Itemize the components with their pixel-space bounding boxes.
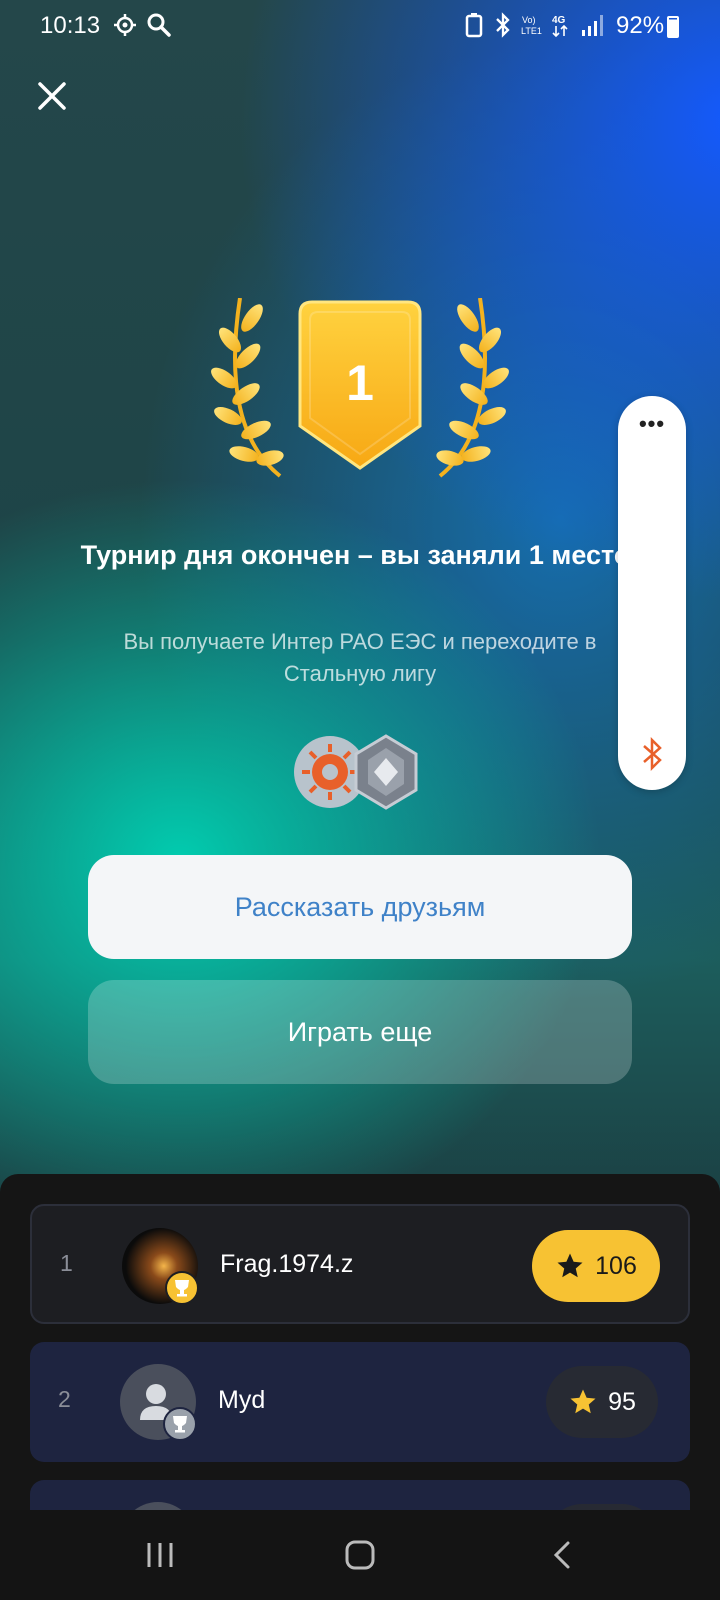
score-badge: 106 (532, 1230, 660, 1302)
trophy-icon (165, 1271, 199, 1305)
home-icon[interactable] (344, 1540, 376, 1570)
status-time: 10:13 (40, 12, 101, 39)
back-icon[interactable] (550, 1540, 574, 1570)
leaderboard-row[interactable]: 2 Myd 95 (30, 1342, 690, 1462)
recent-apps-icon[interactable] (144, 1540, 176, 1570)
battery-icon (667, 16, 679, 38)
svg-text:4G: 4G (552, 15, 566, 26)
signal-icon (582, 15, 603, 36)
leaderboard: 1 Frag.1974.z 106 2 Myd 95 (0, 1174, 720, 1514)
leaderboard-row[interactable]: 1 Frag.1974.z 106 (30, 1204, 690, 1324)
share-with-friends-button[interactable]: Рассказать друзьям (88, 855, 632, 959)
gear-icon (114, 14, 136, 36)
avatar (122, 1228, 199, 1305)
row-rank: 1 (60, 1250, 73, 1276)
score-badge: 95 (546, 1366, 658, 1438)
close-button[interactable] (34, 78, 70, 114)
avatar (120, 1364, 197, 1441)
status-bar: 10:13 Vo) LTE1 4G 92% (0, 0, 720, 54)
score-value: 95 (608, 1387, 636, 1416)
score-value: 106 (595, 1251, 637, 1280)
leaderboard-row[interactable] (30, 1480, 690, 1514)
play-again-button[interactable]: Играть еще (88, 980, 632, 1084)
rewards (294, 734, 418, 810)
steel-league-icon (354, 734, 418, 810)
bluetooth-icon[interactable] (638, 736, 666, 772)
trophy-icon (163, 1407, 197, 1441)
player-name: Myd (218, 1386, 266, 1414)
bluetooth-icon (496, 12, 510, 38)
player-name: Frag.1974.z (220, 1250, 354, 1278)
star-icon (557, 1253, 583, 1278)
more-options-icon[interactable]: ••• (618, 413, 686, 435)
svg-text:LTE1: LTE1 (521, 26, 542, 36)
star-icon (570, 1389, 596, 1414)
battery-percent: 92% (616, 12, 665, 39)
network-4g-icon: 4G (552, 15, 568, 38)
system-nav-bar (0, 1510, 720, 1600)
result-title: Турнир дня окончен – вы заняли 1 место! (80, 540, 640, 570)
search-icon (147, 13, 171, 37)
result-subtitle: Вы получаете Интер РАО ЕЭС и переходите … (123, 629, 597, 686)
svg-text:Vo): Vo) (522, 15, 536, 25)
place-badge: 1 (210, 297, 510, 488)
battery-saver-icon (465, 13, 483, 38)
volte-icon: Vo) LTE1 (521, 15, 542, 36)
floating-side-panel[interactable]: ••• (618, 396, 686, 790)
row-rank: 2 (58, 1386, 71, 1412)
place-number: 1 (346, 355, 374, 411)
